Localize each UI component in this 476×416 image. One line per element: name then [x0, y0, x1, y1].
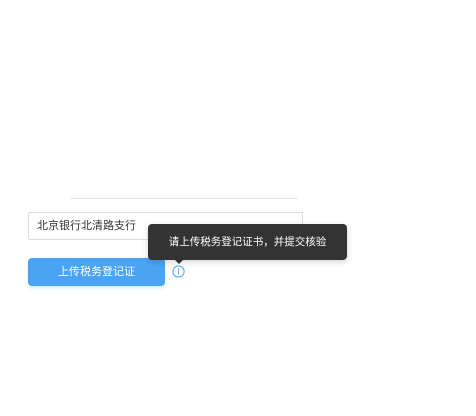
tooltip-arrow	[174, 259, 184, 264]
upload-tax-certificate-button[interactable]: 上传税务登记证	[28, 258, 165, 286]
bank-branch-value: 北京银行北清路支行	[37, 219, 136, 232]
divider	[70, 198, 298, 199]
tooltip: 请上传税务登记证书，并提交核验	[148, 224, 347, 260]
page: 北京银行北清路支行 上传税务登记证 请上传税务登记证书，并提交核验	[0, 0, 476, 416]
tooltip-text: 请上传税务登记证书，并提交核验	[168, 236, 327, 248]
info-icon[interactable]	[172, 265, 185, 278]
